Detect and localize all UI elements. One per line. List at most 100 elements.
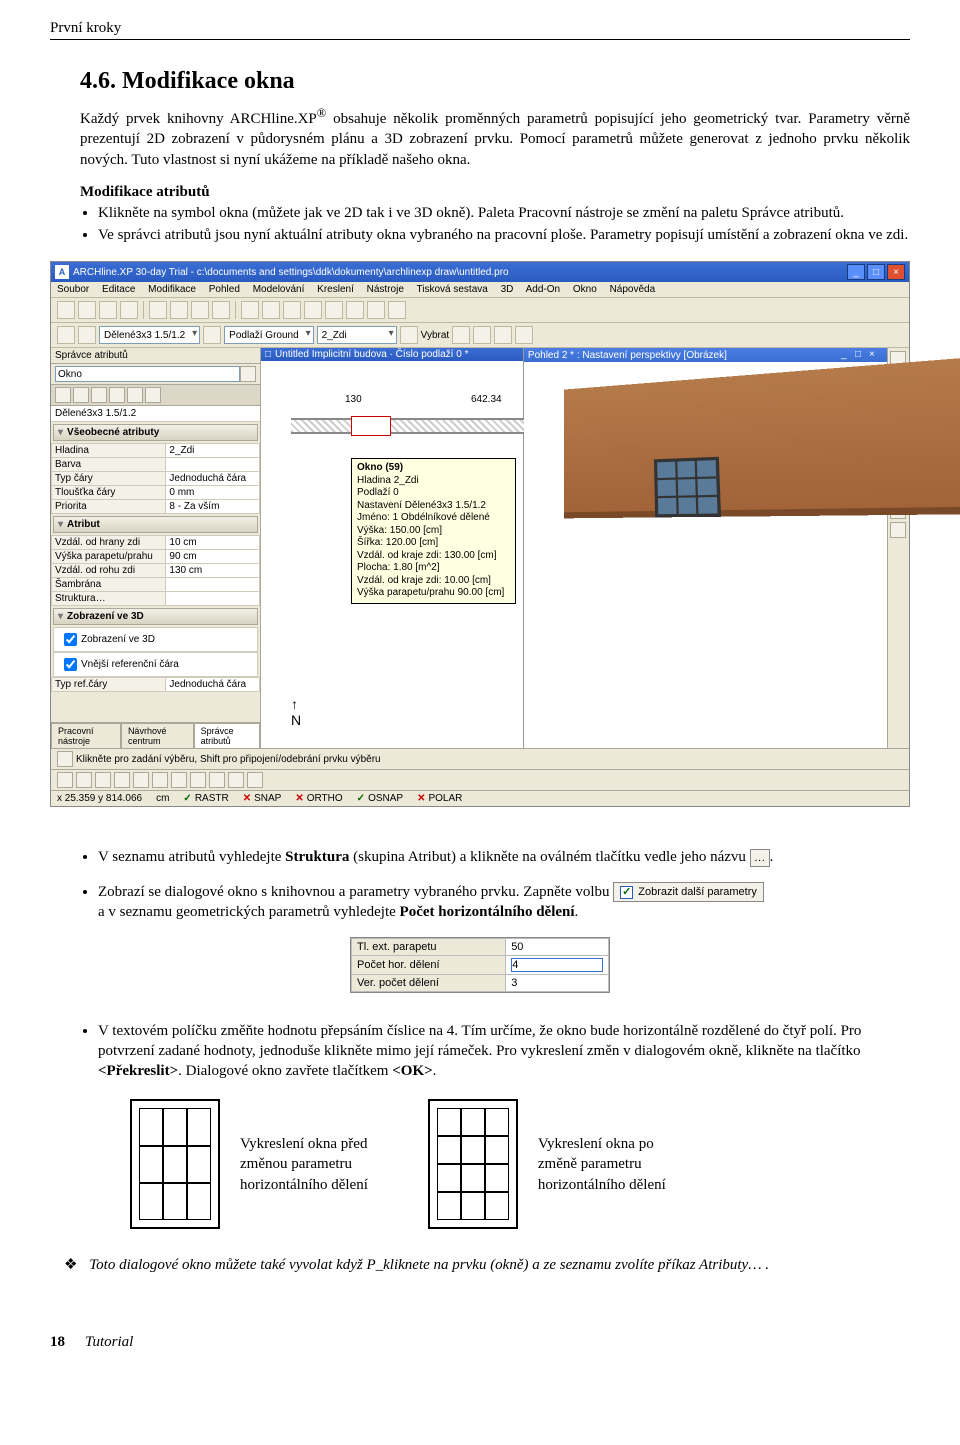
- draw-tool[interactable]: [76, 772, 92, 788]
- menu-item[interactable]: Modifikace: [148, 284, 196, 295]
- toolbar-button[interactable]: [57, 301, 75, 319]
- floor-combo[interactable]: Podlaží Ground: [224, 326, 314, 344]
- toolbar-button[interactable]: [191, 301, 209, 319]
- menu-item[interactable]: Nápověda: [610, 284, 656, 295]
- section-3d[interactable]: ▾Zobrazení ve 3D: [53, 608, 258, 625]
- draw-tool[interactable]: [95, 772, 111, 788]
- attr-value[interactable]: 8 - Za vším: [166, 500, 260, 514]
- menu-item[interactable]: 3D: [501, 284, 514, 295]
- status-toggle[interactable]: SNAP: [254, 793, 281, 804]
- window-before-figure: [130, 1099, 220, 1229]
- status-toggle[interactable]: POLAR: [428, 793, 462, 804]
- toolbar-button[interactable]: [283, 301, 301, 319]
- menu-item[interactable]: Editace: [102, 284, 135, 295]
- toolbar-button[interactable]: [494, 326, 512, 344]
- toolbar-button[interactable]: [388, 301, 406, 319]
- toolbar-button[interactable]: [78, 301, 96, 319]
- section-general[interactable]: ▾Všeobecné atributy: [53, 424, 258, 441]
- toolbar-button[interactable]: [57, 326, 75, 344]
- ellipsis-button[interactable]: …: [750, 849, 770, 867]
- scale-combo[interactable]: Dělené3x3 1.5/1.2: [99, 326, 200, 344]
- toolbar-button[interactable]: [241, 301, 259, 319]
- param-value[interactable]: 50: [506, 938, 609, 955]
- attr-value[interactable]: Jednoduchá čára: [166, 472, 260, 486]
- close-button[interactable]: ×: [887, 264, 905, 280]
- menu-item[interactable]: Pohled: [209, 284, 240, 295]
- toolbar-button[interactable]: [325, 301, 343, 319]
- menu-item[interactable]: Tisková sestava: [417, 284, 488, 295]
- toolbar-button[interactable]: [400, 326, 418, 344]
- dropdown-icon[interactable]: [240, 366, 256, 382]
- attr-value[interactable]: Jednoduchá čára: [166, 678, 260, 692]
- status-toggle[interactable]: RASTR: [195, 793, 229, 804]
- attr-value[interactable]: [166, 592, 260, 606]
- view-3d[interactable]: Pohled 2 * : Nastavení perspektivy [Obrá…: [524, 348, 887, 748]
- menu-item[interactable]: Modelování: [253, 284, 305, 295]
- type-input[interactable]: [55, 366, 240, 382]
- side-tool[interactable]: [890, 522, 906, 538]
- attr-value[interactable]: 90 cm: [166, 550, 260, 564]
- toolbar-button[interactable]: [452, 326, 470, 344]
- attr-value[interactable]: [166, 458, 260, 472]
- menu-item[interactable]: Soubor: [57, 284, 89, 295]
- toolbar-button[interactable]: [203, 326, 221, 344]
- draw-tool[interactable]: [114, 772, 130, 788]
- toolbar-button[interactable]: [515, 326, 533, 344]
- draw-tool[interactable]: [190, 772, 206, 788]
- dimension-value: 642.34: [471, 394, 502, 405]
- maximize-button[interactable]: □: [867, 264, 885, 280]
- status-toggle[interactable]: ORTHO: [307, 793, 343, 804]
- panel-tab-active[interactable]: Správce atributů: [194, 723, 260, 748]
- draw-tool[interactable]: [152, 772, 168, 788]
- toolbar-button[interactable]: [346, 301, 364, 319]
- toolbar-button[interactable]: [149, 301, 167, 319]
- draw-tool[interactable]: [209, 772, 225, 788]
- panel-btn[interactable]: [127, 387, 143, 403]
- toolbar-button[interactable]: [212, 301, 230, 319]
- attr-value[interactable]: 10 cm: [166, 536, 260, 550]
- checkbox-refline[interactable]: [64, 658, 77, 671]
- draw-tool[interactable]: [133, 772, 149, 788]
- panel-btn[interactable]: [145, 387, 161, 403]
- param-value[interactable]: 3: [506, 974, 609, 991]
- draw-tool[interactable]: [171, 772, 187, 788]
- status-toggle[interactable]: OSNAP: [368, 793, 403, 804]
- show-more-params-checkbox[interactable]: ✓ Zobrazit další parametry: [613, 882, 764, 903]
- param-input-active[interactable]: [511, 958, 603, 972]
- attr-value[interactable]: 0 mm: [166, 486, 260, 500]
- panel-tab[interactable]: Návrhové centrum: [121, 723, 194, 748]
- toolbar-main: [51, 298, 909, 323]
- toolbar-button[interactable]: [78, 326, 96, 344]
- panel-btn[interactable]: [109, 387, 125, 403]
- draw-tool[interactable]: [228, 772, 244, 788]
- sub-minimize[interactable]: _: [841, 349, 855, 361]
- toolbar-button[interactable]: [120, 301, 138, 319]
- menu-item[interactable]: Add-On: [526, 284, 560, 295]
- panel-btn[interactable]: [55, 387, 71, 403]
- toolbar-button[interactable]: [367, 301, 385, 319]
- layer-combo[interactable]: 2_Zdi: [317, 326, 397, 344]
- toolbar-button[interactable]: [99, 301, 117, 319]
- menu-item[interactable]: Okno: [573, 284, 597, 295]
- view-2d[interactable]: □ Untitled Implicitní budova · Číslo pod…: [261, 348, 524, 748]
- sub-maximize[interactable]: □: [855, 349, 869, 361]
- draw-tool[interactable]: [247, 772, 263, 788]
- panel-tab[interactable]: Pracovní nástroje: [51, 723, 121, 748]
- checkbox-3d[interactable]: [64, 633, 77, 646]
- toolbar-button[interactable]: [473, 326, 491, 344]
- attr-value[interactable]: 2_Zdi: [166, 444, 260, 458]
- toolbar-button[interactable]: [304, 301, 322, 319]
- attr-value[interactable]: 130 cm: [166, 564, 260, 578]
- menu-item[interactable]: Nástroje: [367, 284, 404, 295]
- menu-item[interactable]: Kreslení: [317, 284, 354, 295]
- panel-btn[interactable]: [91, 387, 107, 403]
- minimize-button[interactable]: _: [847, 264, 865, 280]
- section-attribute[interactable]: ▾Atribut: [53, 516, 258, 533]
- draw-tool[interactable]: [57, 772, 73, 788]
- window-2d-symbol[interactable]: [351, 416, 391, 436]
- sub-close[interactable]: ×: [869, 349, 883, 361]
- toolbar-button[interactable]: [262, 301, 280, 319]
- attr-value[interactable]: [166, 578, 260, 592]
- panel-btn[interactable]: [73, 387, 89, 403]
- toolbar-button[interactable]: [170, 301, 188, 319]
